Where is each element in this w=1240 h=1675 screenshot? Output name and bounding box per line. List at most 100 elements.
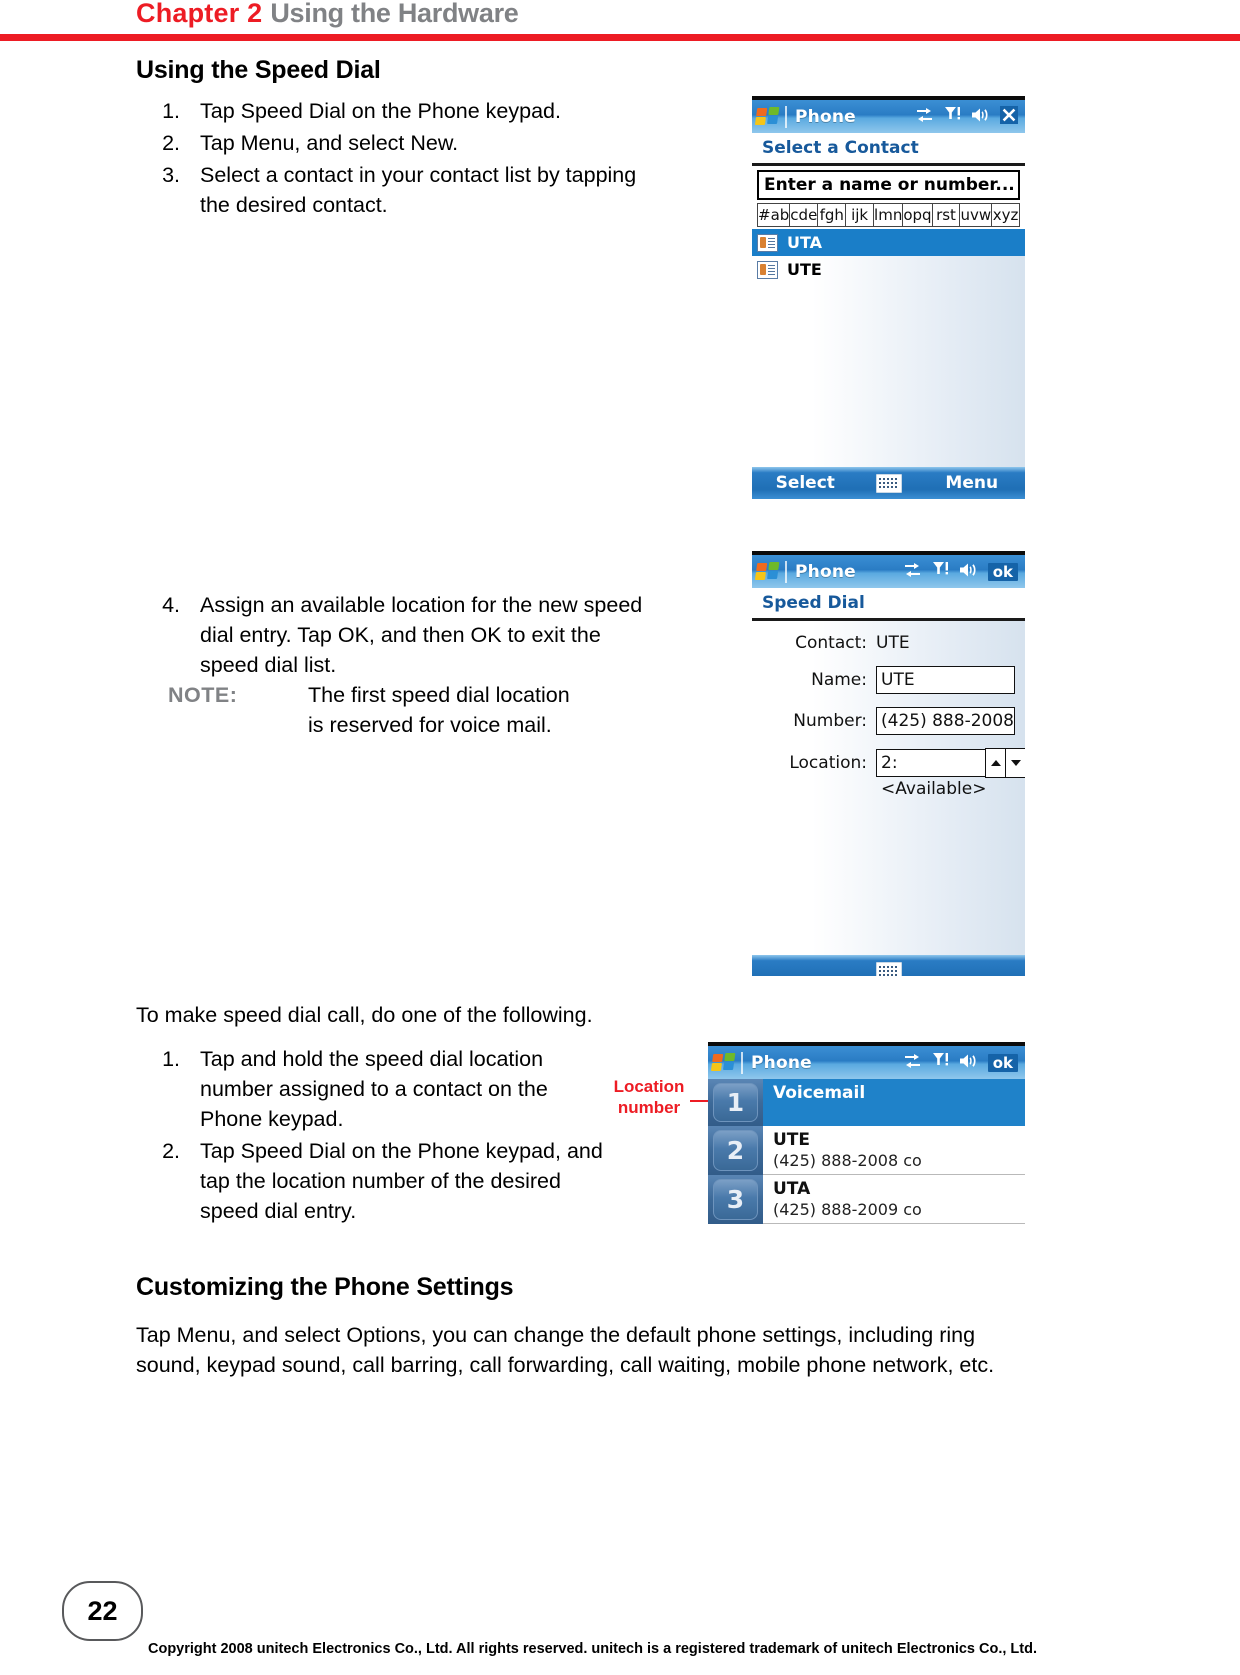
alpha-index-bar: #ab cde fgh ijk lmn opq rst uvw xyz — [752, 203, 1025, 229]
list-item: 4. Assign an available location for the … — [136, 590, 656, 680]
entry-name: Voicemail — [773, 1083, 866, 1103]
note-block: NOTE: The first speed dial location is r… — [168, 680, 588, 740]
contact-value: UTE — [876, 633, 910, 653]
signal-icon[interactable] — [932, 1052, 949, 1073]
list-item[interactable]: 1 Voicemail — [708, 1079, 1025, 1126]
alpha-key[interactable]: rst — [931, 203, 960, 227]
system-tray: ok — [903, 1052, 1020, 1073]
close-icon[interactable] — [1000, 105, 1018, 128]
system-tray — [915, 105, 1020, 128]
entry-name: UTA — [773, 1179, 811, 1199]
chapter-label: Chapter 2 — [136, 0, 263, 28]
alpha-key[interactable]: lmn — [873, 203, 903, 227]
titlebar-title: Phone — [795, 106, 856, 127]
keyboard-icon[interactable] — [859, 473, 919, 493]
list-item-text: Tap and hold the speed dial location num… — [200, 1047, 548, 1131]
speed-dial-step4-list: 4. Assign an available location for the … — [136, 590, 656, 682]
list-item[interactable]: UTE — [752, 256, 1025, 283]
list-item-text: Tap Menu, and select New. — [200, 131, 459, 155]
alpha-key[interactable]: ijk — [845, 203, 874, 227]
callout-location-number: Location number — [604, 1076, 694, 1118]
windows-logo-icon[interactable] — [754, 561, 782, 582]
name-field[interactable]: UTE — [876, 666, 1015, 694]
form-row-location: Location: 2:<Available> — [762, 748, 1025, 799]
menu-button[interactable]: Menu — [919, 473, 1026, 493]
system-tray: ok — [903, 561, 1020, 582]
contact-card-icon — [757, 233, 778, 252]
screen-page-title: Select a Contact — [752, 133, 1025, 166]
list-item-text: Assign an available location for the new… — [200, 593, 643, 677]
copyright-text: Copyright 2008 unitech Electronics Co., … — [148, 1641, 1038, 1657]
connectivity-icon[interactable] — [903, 562, 922, 582]
screenshot-speed-dial-list: Phone ok 1 Voicemail 2 UTE (425) 888-200… — [708, 1042, 1025, 1250]
screenshot-speed-dial-form: Phone ok Speed Dial Contact: UTE Name: U… — [752, 551, 1025, 976]
connectivity-icon[interactable] — [915, 107, 934, 127]
list-item: 2. Tap Menu, and select New. — [136, 128, 656, 158]
form-row-number: Number: (425) 888-2008 — [762, 707, 1015, 735]
alpha-key[interactable]: #ab — [757, 203, 790, 227]
header-rule — [0, 34, 1240, 41]
stepper-up-icon[interactable] — [985, 748, 1007, 778]
customizing-paragraph: Tap Menu, and select Options, you can ch… — [136, 1323, 995, 1377]
page-header: Chapter 2 Using the Hardware — [0, 0, 1240, 41]
list-item: 2. Tap Speed Dial on the Phone keypad, a… — [136, 1136, 606, 1226]
number-field[interactable]: (425) 888-2008 — [876, 707, 1015, 735]
soft-key-bar — [752, 955, 1025, 976]
list-item-text: Tap Speed Dial on the Phone keypad. — [200, 99, 561, 123]
titlebar-divider — [785, 560, 787, 583]
screen-body: Enter a name or number... #ab cde fgh ij… — [752, 166, 1025, 467]
list-item: 1. Tap Speed Dial on the Phone keypad. — [136, 96, 656, 126]
list-item-number: 1. — [162, 99, 180, 123]
windows-logo-icon[interactable] — [710, 1052, 738, 1073]
signal-icon[interactable] — [932, 561, 949, 582]
ok-button[interactable]: ok — [987, 1053, 1018, 1072]
alpha-key[interactable]: xyz — [991, 203, 1020, 227]
make-call-intro: To make speed dial call, do one of the f… — [136, 1003, 593, 1027]
list-item-number: 2. — [162, 1139, 180, 1163]
alpha-key[interactable]: uvw — [959, 203, 992, 227]
volume-icon[interactable] — [971, 107, 990, 127]
search-input[interactable]: Enter a name or number... — [757, 170, 1020, 200]
alpha-key[interactable]: opq — [902, 203, 932, 227]
titlebar-divider — [741, 1051, 743, 1074]
titlebar-title: Phone — [751, 1052, 812, 1073]
entry-text: UTA (425) 888-2009 co — [763, 1175, 1025, 1224]
keyboard-icon[interactable] — [859, 961, 919, 976]
select-button[interactable]: Select — [752, 473, 859, 493]
contact-label: Contact: — [795, 633, 867, 653]
list-item-number: 2. — [162, 131, 180, 155]
list-item: 1. Tap and hold the speed dial location … — [136, 1044, 606, 1134]
location-number-badge[interactable]: 1 — [708, 1079, 763, 1126]
list-item-text: Select a contact in your contact list by… — [200, 163, 637, 217]
location-number-badge[interactable]: 3 — [708, 1175, 763, 1224]
ok-button[interactable]: ok — [987, 562, 1018, 581]
location-label: Location: — [789, 753, 867, 773]
list-item[interactable]: 2 UTE (425) 888-2008 co — [708, 1126, 1025, 1175]
entry-text: UTE (425) 888-2008 co — [763, 1126, 1025, 1175]
location-number-badge[interactable]: 2 — [708, 1126, 763, 1175]
alpha-key[interactable]: cde — [789, 203, 818, 227]
alpha-key[interactable]: fgh — [817, 203, 846, 227]
entry-name: UTE — [773, 1130, 811, 1150]
connectivity-icon[interactable] — [903, 1053, 922, 1073]
signal-icon[interactable] — [944, 106, 961, 127]
screen-body: Contact: UTE Name: UTE Number: (425) 888… — [752, 621, 1025, 955]
entry-text: Voicemail — [763, 1079, 1025, 1126]
volume-icon[interactable] — [959, 1053, 978, 1073]
callout-line-1: Location — [613, 1077, 685, 1096]
stepper-down-icon[interactable] — [1005, 748, 1025, 778]
header-title: Chapter 2 Using the Hardware — [136, 0, 519, 29]
volume-icon[interactable] — [959, 562, 978, 582]
location-field[interactable]: 2:<Available> — [876, 749, 988, 799]
location-stepper — [985, 748, 1025, 778]
note-label: NOTE: — [168, 683, 238, 707]
note-text: The first speed dial location is reserve… — [308, 683, 570, 737]
windows-logo-icon[interactable] — [754, 106, 782, 127]
list-item[interactable]: UTA — [752, 229, 1025, 256]
number-label: Number: — [793, 711, 867, 731]
list-item: 3. Select a contact in your contact list… — [136, 160, 656, 220]
titlebar-divider — [785, 105, 787, 128]
name-label: Name: — [811, 670, 867, 690]
contact-name: UTA — [787, 233, 823, 252]
list-item[interactable]: 3 UTA (425) 888-2009 co — [708, 1175, 1025, 1224]
